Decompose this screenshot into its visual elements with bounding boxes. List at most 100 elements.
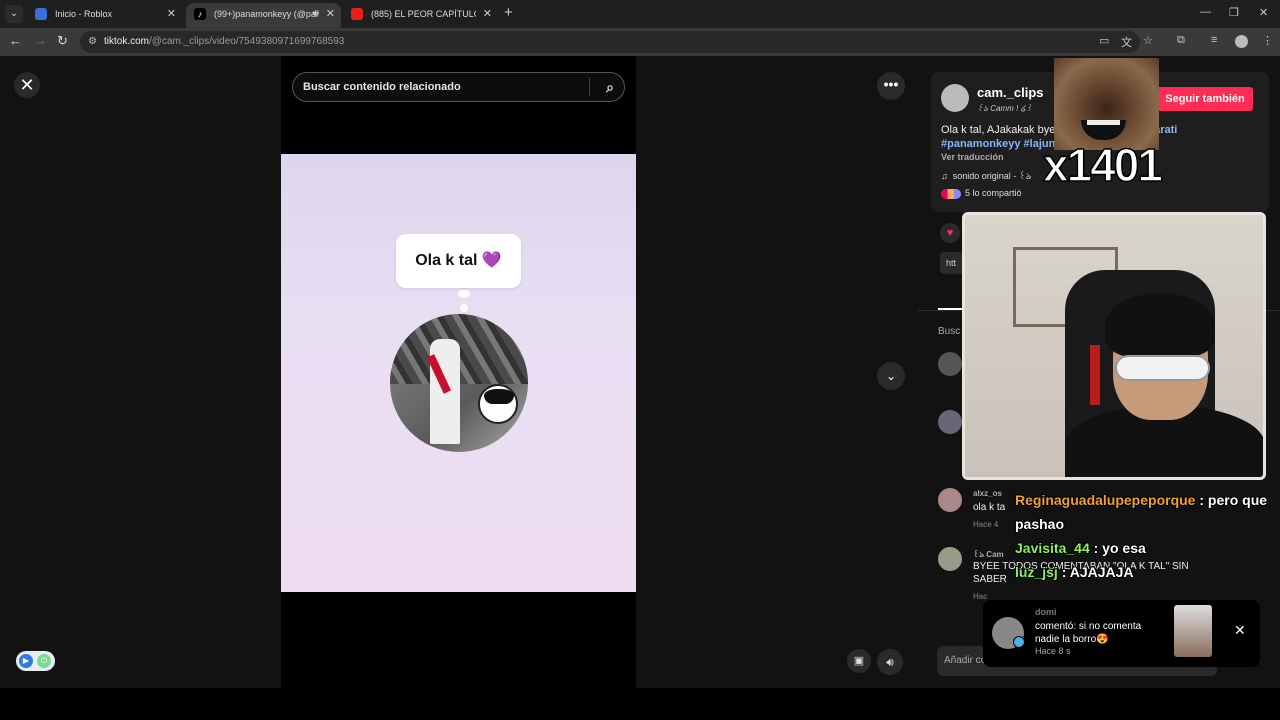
back-arrow-icon[interactable]: ← <box>9 33 22 48</box>
tab-close-icon[interactable]: ✕ <box>326 3 335 25</box>
streamer-glasses <box>1115 355 1210 381</box>
tab-close-icon[interactable]: ✕ <box>167 3 176 25</box>
translate-icon[interactable]: 文 <box>1121 34 1132 50</box>
notification-thumbnail <box>1174 605 1212 657</box>
meme-counter-text: x1401 <box>1042 138 1163 192</box>
more-options-button[interactable]: ••• <box>877 72 905 100</box>
play-icon: ▶ <box>19 654 33 668</box>
chat-message: Reginaguadalupepeporque : pero que pasha… <box>1009 488 1269 536</box>
url-host: tiktok.com <box>104 36 150 47</box>
tab-close-icon[interactable]: ✕ <box>483 3 492 25</box>
tab-title: (99+)panamonkeyy (@pan <box>214 9 319 19</box>
video-frame[interactable]: Ola k tal 💜 <box>281 154 636 592</box>
minimize-icon[interactable]: — <box>1200 6 1211 18</box>
window-close-icon[interactable]: ✕ <box>1259 6 1268 19</box>
avatar[interactable] <box>938 488 962 512</box>
avatar[interactable] <box>938 352 962 376</box>
bookmark-star-icon[interactable]: ☆ <box>1143 34 1153 47</box>
volume-icon[interactable]: 🔊︎ <box>877 649 903 675</box>
tab-title: Inicio - Roblox <box>55 9 113 19</box>
search-placeholder: Buscar contenido relacionado <box>303 81 461 93</box>
reload-icon[interactable]: ↻ <box>57 33 68 49</box>
tiktok-icon: ♪ <box>194 8 206 20</box>
notification-time: Hace 8 s <box>1035 646 1071 656</box>
bottom-bar <box>0 688 1280 720</box>
profile-avatar[interactable] <box>1235 35 1248 48</box>
shared-by[interactable]: 5 lo compartió <box>941 188 1022 199</box>
user-subtitle: ꒰ঌ Camm ! ໒꒱ <box>977 104 1032 113</box>
search-suggestion-label: Busc <box>938 326 961 337</box>
chat-username: Javisita_44 <box>1015 540 1090 556</box>
next-video-chevron-icon[interactable]: ⌄ <box>877 362 905 390</box>
media-control-icon[interactable]: ≡ <box>1211 34 1217 46</box>
see-translation-link[interactable]: Ver traducción <box>941 152 1004 162</box>
search-divider <box>589 78 590 96</box>
comment-badge-icon <box>1013 636 1025 648</box>
tab-search-menu-button[interactable]: ⌄ <box>5 5 23 23</box>
close-notification-icon[interactable]: ✕ <box>1234 622 1246 639</box>
bubble-tail-dot <box>458 290 470 298</box>
bubble-tail-dot <box>460 304 468 312</box>
chat-username: Reginaguadalupepeporque <box>1015 492 1196 508</box>
cartoon-sticker <box>478 384 518 424</box>
restore-icon[interactable]: ❐ <box>1229 6 1239 19</box>
youtube-icon <box>351 8 363 20</box>
avatar[interactable] <box>941 84 969 112</box>
url-input[interactable]: ⚙ tiktok.com/@cam._clips/video/754938097… <box>80 31 1140 53</box>
hashtag-link[interactable]: #panamonkeyy <box>941 138 1020 150</box>
comment-timestamp: Hace 4 <box>973 520 999 529</box>
forward-arrow-icon[interactable]: → <box>34 33 47 48</box>
shared-label: 5 lo compartió <box>965 188 1022 198</box>
power-icon: ⏻ <box>37 654 51 668</box>
copy-link-field[interactable]: htt <box>940 252 964 274</box>
heart-icon[interactable]: ♥ <box>940 223 960 243</box>
avatar[interactable] <box>938 547 962 571</box>
description-text: Ola k tal, AJakakak bye <box>941 124 1056 136</box>
menu-kebab-icon[interactable]: ⋮ <box>1262 34 1273 47</box>
comment-notification[interactable]: domi comentó: si no comenta nadie la bor… <box>983 600 1260 667</box>
shared-avatars <box>941 188 961 199</box>
music-note-icon: ♫ <box>941 171 948 181</box>
tab-roblox[interactable]: Inicio - Roblox ✕ <box>27 3 182 28</box>
tab-tiktok[interactable]: ♪ (99+)panamonkeyy (@pan 🔊︎ ✕ <box>186 3 341 28</box>
extension-badge[interactable]: ▶ ⏻ <box>16 651 55 671</box>
site-info-icon[interactable]: ⚙ <box>88 31 97 53</box>
sound-label: sonido original - ꒰ঌ <box>952 171 1032 181</box>
username[interactable]: cam._clips <box>977 85 1044 100</box>
avatar[interactable] <box>938 410 962 434</box>
chat-username: luz_jsj <box>1015 564 1058 580</box>
chat-text: : yo esa <box>1093 540 1146 556</box>
bubble-text: Ola k tal 💜 <box>415 252 502 269</box>
chat-text: : AJAJAJA <box>1061 564 1134 580</box>
meme-teeth <box>1087 120 1120 125</box>
browser-address-bar: ← → ↻ ⚙ tiktok.com/@cam._clips/video/754… <box>0 28 1280 56</box>
url-path: /@cam._clips/video/7549380971699768593 <box>149 36 345 47</box>
stream-chat-overlay: Reginaguadalupepeporque : pero que pasha… <box>1009 488 1269 584</box>
sound-link[interactable]: ♫ sonido original - ꒰ঌ <box>941 169 1031 184</box>
comment-timestamp: Hac <box>973 592 988 601</box>
video-profile-image <box>390 314 528 452</box>
close-video-button[interactable]: ✕ <box>14 72 40 98</box>
chat-message: luz_jsj : AJAJAJA <box>1009 560 1269 584</box>
chat-message: Javisita_44 : yo esa <box>1009 536 1269 560</box>
speaker-icon[interactable]: 🔊︎ <box>313 3 319 25</box>
meme-overlay: x1401 <box>1042 58 1176 192</box>
extensions-icon[interactable]: ⧉ <box>1177 34 1185 47</box>
browser-tab-bar: ⌄ Inicio - Roblox ✕ ♪ (99+)panamonkeyy (… <box>0 0 1280 28</box>
gaming-chair-stripe <box>1090 345 1100 405</box>
notification-username: domi <box>1035 607 1057 617</box>
comment-username[interactable]: alxz_os <box>973 489 1002 498</box>
tab-title: (885) EL PEOR CAPÍTULO DE PO <box>371 9 476 19</box>
streamer-webcam <box>962 212 1266 480</box>
copy-link-text: htt <box>946 258 957 268</box>
related-search-input[interactable]: Buscar contenido relacionado ⌕ <box>292 72 625 102</box>
notification-text: comentó: si no comenta nadie la borro😍 <box>1035 621 1142 645</box>
streamer-hair <box>1105 293 1215 358</box>
tab-youtube[interactable]: (885) EL PEOR CAPÍTULO DE PO ✕ <box>343 3 498 28</box>
new-tab-button[interactable]: + <box>504 4 513 21</box>
roblox-icon <box>35 8 47 20</box>
picture-in-picture-icon[interactable]: ▣ <box>847 649 871 673</box>
cast-icon[interactable]: ▭ <box>1099 34 1109 47</box>
video-player[interactable]: Buscar contenido relacionado ⌕ Ola k tal… <box>281 56 636 688</box>
search-icon[interactable]: ⌕ <box>606 73 614 101</box>
